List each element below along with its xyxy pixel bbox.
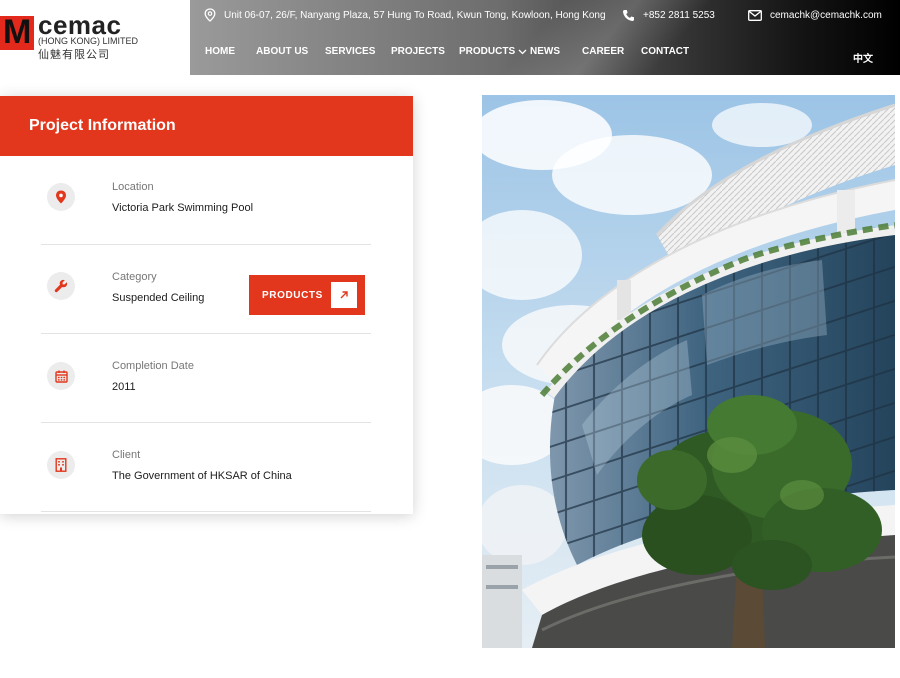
client-value: The Government of HKSAR of China xyxy=(112,470,292,482)
products-button-label: PRODUCTS xyxy=(262,290,323,301)
completion-label: Completion Date xyxy=(112,360,194,372)
products-button[interactable]: PRODUCTS xyxy=(249,275,365,315)
project-photo-illustration xyxy=(482,95,895,648)
client-row: Client The Government of HKSAR of China xyxy=(41,423,371,512)
site-header: M cemac (HONG KONG) LIMITED 仙魅有限公司 Unit … xyxy=(0,0,900,75)
completion-row: Completion Date 2011 xyxy=(41,334,371,423)
contact-address-text: Unit 06-07, 26/F, Nanyang Plaza, 57 Hung… xyxy=(224,9,606,21)
contact-email[interactable]: cemachk@cemachk.com xyxy=(748,7,882,23)
chevron-down-icon xyxy=(518,49,527,54)
nav-career[interactable]: CAREER xyxy=(582,46,624,57)
category-value: Suspended Ceiling xyxy=(112,292,205,304)
building-icon xyxy=(55,458,67,472)
project-photo xyxy=(482,95,895,648)
nav-projects[interactable]: PROJECTS xyxy=(391,46,445,57)
logo-mark: M xyxy=(0,14,34,50)
calendar-icon xyxy=(54,370,68,383)
nav-services[interactable]: SERVICES xyxy=(325,46,375,57)
location-value: Victoria Park Swimming Pool xyxy=(112,202,254,214)
category-row: Category Suspended Ceiling PRODUCTS xyxy=(41,245,371,334)
envelope-icon xyxy=(748,9,762,21)
arrow-up-right-icon xyxy=(340,291,348,299)
nav-news[interactable]: NEWS xyxy=(530,46,560,57)
nav-products[interactable]: PRODUCTS xyxy=(459,46,527,57)
contact-phone-text: +852 2811 5253 xyxy=(643,9,715,21)
nav-contact[interactable]: CONTACT xyxy=(641,46,689,57)
location-pin-icon xyxy=(56,190,66,204)
nav-home[interactable]: HOME xyxy=(205,46,235,57)
location-pin-icon xyxy=(204,8,216,22)
client-icon-circle xyxy=(47,451,75,479)
completion-icon-circle xyxy=(47,362,75,390)
location-row: Location Victoria Park Swimming Pool xyxy=(41,156,371,245)
project-info-header: Project Information xyxy=(0,96,413,156)
location-icon-circle xyxy=(47,183,75,211)
main-nav: HOME ABOUT US SERVICES PROJECTS PRODUCTS… xyxy=(0,46,900,60)
logo-subtitle: (HONG KONG) LIMITED xyxy=(38,36,139,46)
completion-value: 2011 xyxy=(112,381,136,393)
client-label: Client xyxy=(112,449,141,461)
category-icon-circle xyxy=(47,272,75,300)
language-switch[interactable]: 中文 xyxy=(853,50,873,65)
phone-icon xyxy=(623,9,634,21)
project-info-title: Project Information xyxy=(29,117,176,134)
project-info-card: Project Information Location Victoria Pa… xyxy=(0,96,413,514)
wrench-icon xyxy=(54,279,68,293)
contact-email-text: cemachk@cemachk.com xyxy=(770,9,882,21)
location-label: Location xyxy=(112,181,154,193)
contact-address: Unit 06-07, 26/F, Nanyang Plaza, 57 Hung… xyxy=(204,7,606,23)
category-label: Category xyxy=(112,271,157,283)
contact-phone[interactable]: +852 2811 5253 xyxy=(622,7,715,23)
arrow-box xyxy=(331,282,357,308)
nav-about-us[interactable]: ABOUT US xyxy=(256,46,308,57)
nav-products-label: PRODUCTS xyxy=(459,46,516,57)
